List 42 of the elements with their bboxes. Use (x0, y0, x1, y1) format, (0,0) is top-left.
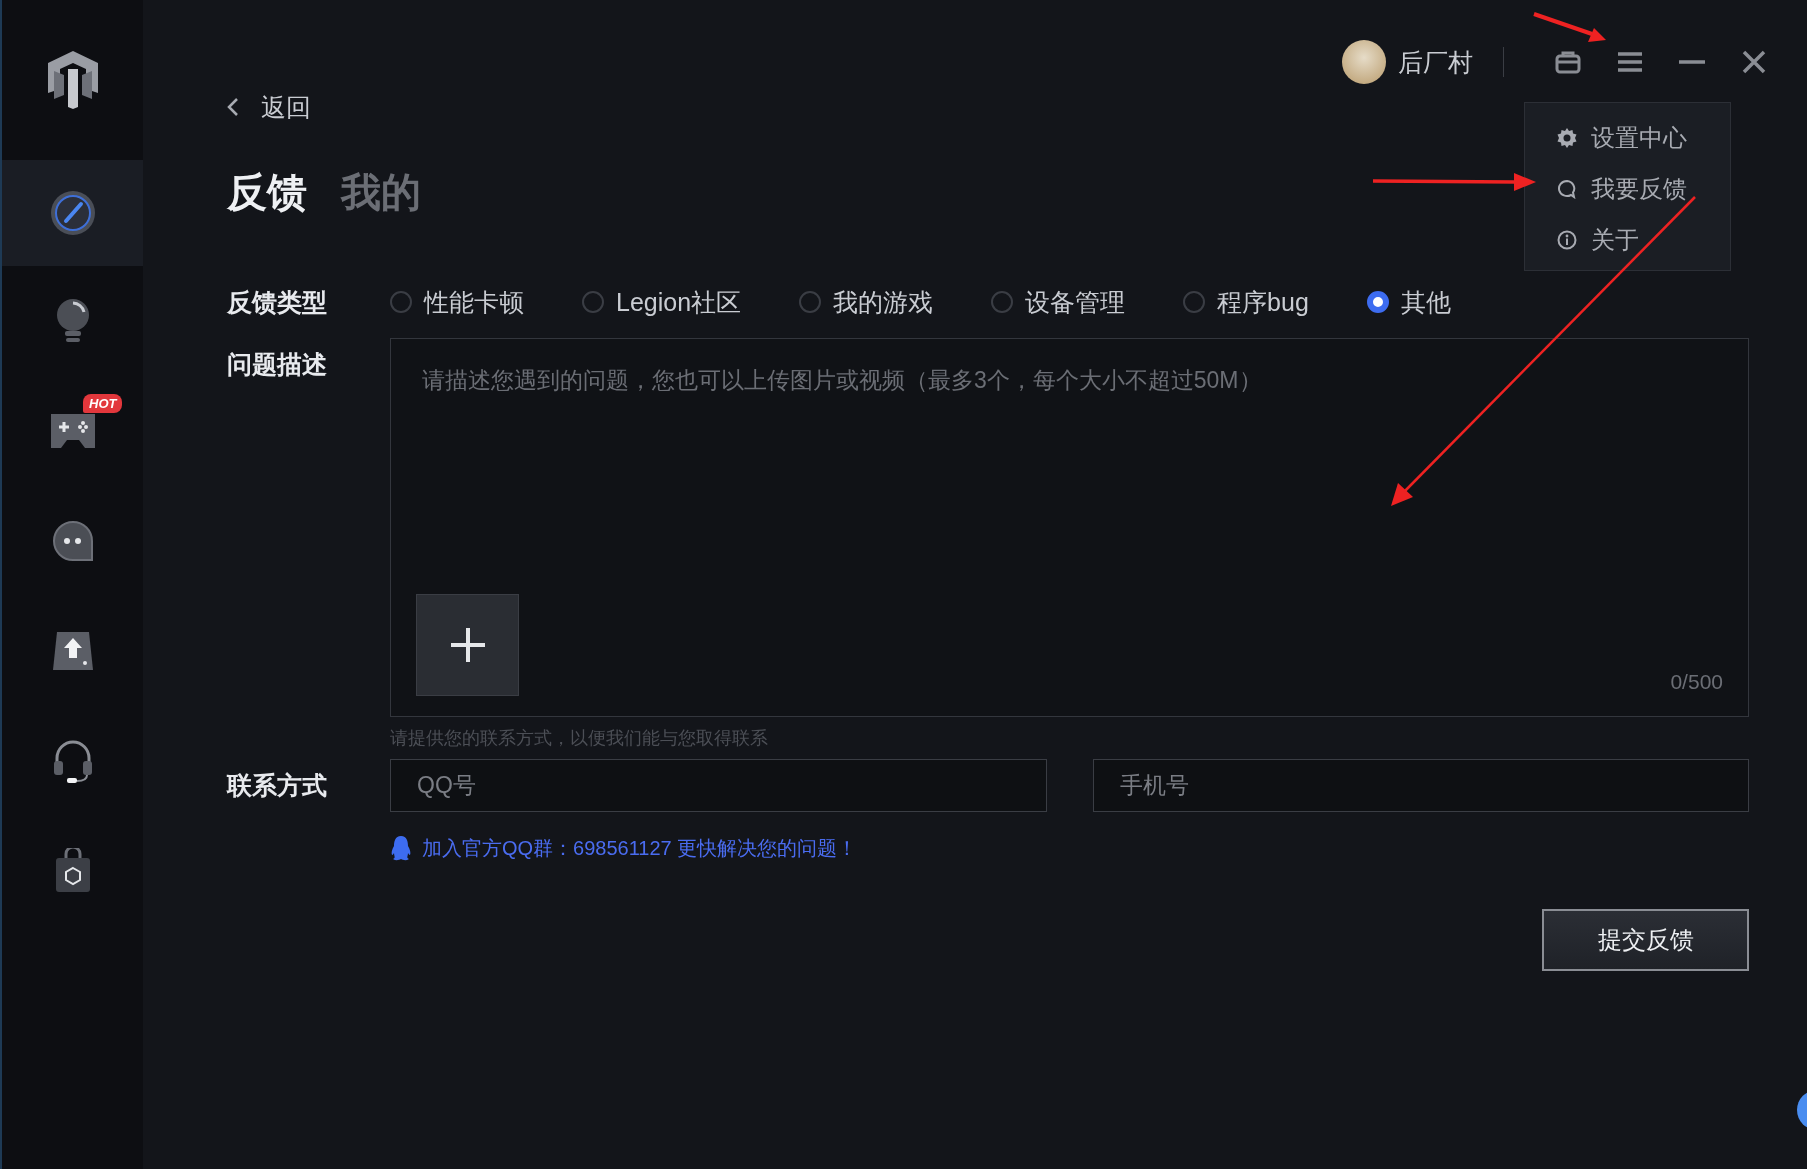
penguin-icon (390, 835, 412, 861)
briefcase-icon (1555, 50, 1581, 74)
radio-option[interactable]: Legion社区 (582, 285, 742, 319)
tab[interactable]: 反馈 (227, 165, 307, 220)
speech-bubble-icon (1557, 179, 1577, 199)
field-label: 问题描述 (227, 349, 328, 380)
user-name[interactable]: 后厂村 (1398, 45, 1473, 79)
description-input[interactable]: 请描述您遇到的问题，您也可以上传图片或视频（最多3个，每个大小不超过50M） (416, 359, 1723, 594)
chevron-left-icon (227, 97, 239, 117)
tab[interactable]: 我的 (341, 165, 421, 220)
phone-input-field[interactable]: 手机号 (1092, 759, 1749, 812)
qq-input-field[interactable]: QQ号 (390, 759, 1047, 812)
minimize-icon (1679, 60, 1705, 64)
field-label: 反馈类型 (227, 286, 328, 318)
radio-option[interactable]: 我的游戏 (799, 285, 934, 319)
app-logo-icon (45, 49, 100, 111)
submit-button[interactable]: 提交反馈 (1542, 909, 1749, 971)
settings-icon (1557, 128, 1577, 148)
menu-item[interactable]: 关于 (1557, 219, 1730, 261)
character-counter: 0/500 (1670, 670, 1723, 694)
radio-option[interactable]: 其他 (1366, 285, 1451, 319)
contact-hint: 请提供您的联系方式，以便我们能与您取得联系 (390, 727, 769, 750)
radio-option[interactable]: 性能卡顿 (390, 285, 524, 319)
close-icon (1742, 50, 1766, 74)
upload-tray-icon (50, 630, 95, 672)
menu-icon (1617, 51, 1643, 73)
chat-bubble-icon (51, 520, 94, 562)
avatar-photo-placeholder[interactable] (1342, 40, 1386, 84)
menu-item[interactable]: 我要反馈 (1557, 168, 1730, 210)
hot-badge: HOT (83, 394, 123, 413)
back-link[interactable]: 返回 (227, 90, 311, 124)
add-attachment-button[interactable] (416, 594, 519, 696)
description-field[interactable]: 请描述您遇到的问题，您也可以上传图片或视频（最多3个，每个大小不超过50M） 0/500 (390, 338, 1749, 717)
qq-group-link[interactable]: 加入官方QQ群：698561127 更快解决您的问题！ (422, 834, 858, 862)
info-icon (1557, 230, 1577, 250)
radio-option[interactable]: 程序bug (1183, 285, 1309, 319)
field-label: 联系方式 (227, 770, 328, 801)
sidebar-item[interactable] (2, 160, 143, 266)
sidebar-item[interactable]: HOT (2, 376, 143, 486)
menu-item[interactable]: 设置中心 (1557, 117, 1730, 159)
radio-option[interactable]: 设备管理 (991, 285, 1126, 319)
plus-icon (450, 628, 485, 662)
